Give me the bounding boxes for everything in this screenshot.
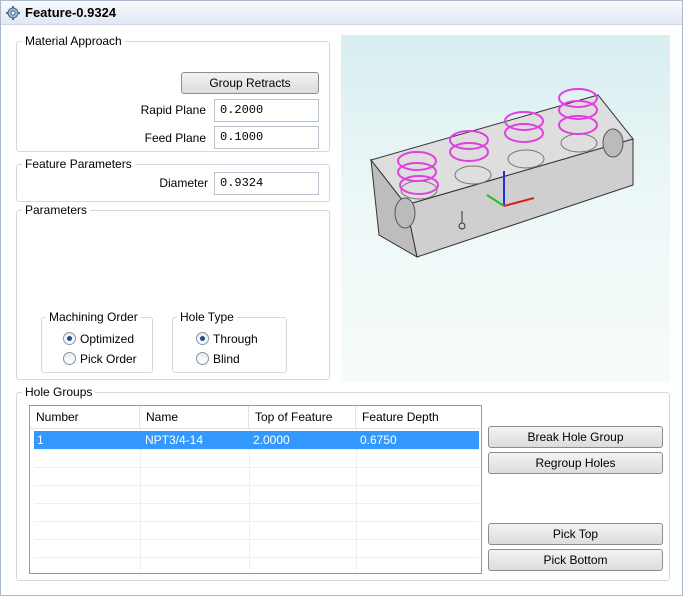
rapid-plane-input[interactable]: 0.2000 xyxy=(214,99,319,122)
radio-blind-label: Blind xyxy=(213,352,240,366)
window-title: Feature-0.9324 xyxy=(25,5,117,20)
cell-feature-depth: 0.6750 xyxy=(360,433,397,447)
radio-through-label: Through xyxy=(213,332,258,346)
radio-button-icon[interactable] xyxy=(63,352,76,365)
radio-optimized[interactable]: Optimized xyxy=(63,332,134,348)
hole-groups-label: Hole Groups xyxy=(22,385,96,399)
column-header-top-of-feature[interactable]: Top of Feature xyxy=(249,406,356,429)
machining-order-label: Machining Order xyxy=(46,310,141,324)
radio-pick-order[interactable]: Pick Order xyxy=(63,352,137,368)
cell-number: 1 xyxy=(37,433,44,447)
gear-icon xyxy=(6,6,20,20)
material-approach-label: Material Approach xyxy=(22,34,125,48)
radio-blind[interactable]: Blind xyxy=(196,352,240,368)
3d-viewport[interactable] xyxy=(341,35,670,382)
title-bar: Feature-0.9324 xyxy=(1,1,682,25)
group-retracts-button[interactable]: Group Retracts xyxy=(181,72,319,94)
regroup-holes-button[interactable]: Regroup Holes xyxy=(488,452,663,474)
feed-plane-input[interactable]: 0.1000 xyxy=(214,126,319,149)
feature-parameters-label: Feature Parameters xyxy=(22,157,135,171)
diameter-label: Diameter xyxy=(159,176,208,190)
radio-optimized-label: Optimized xyxy=(80,332,135,346)
column-header-feature-depth[interactable]: Feature Depth xyxy=(356,406,481,429)
radio-pick-order-label: Pick Order xyxy=(80,352,137,366)
table-row[interactable]: 1 NPT3/4-14 2.0000 0.6750 xyxy=(34,431,479,449)
part-model-image xyxy=(370,88,634,258)
column-header-number[interactable]: Number xyxy=(30,406,140,429)
pick-bottom-button[interactable]: Pick Bottom xyxy=(488,549,663,571)
table-header: Number Name Top of Feature Feature Depth xyxy=(30,406,481,429)
side-hole xyxy=(394,197,416,229)
side-hole xyxy=(602,128,624,158)
radio-through[interactable]: Through xyxy=(196,332,258,348)
cell-name: NPT3/4-14 xyxy=(145,433,204,447)
radio-button-icon[interactable] xyxy=(196,332,209,345)
radio-button-icon[interactable] xyxy=(196,352,209,365)
diameter-input[interactable]: 0.9324 xyxy=(214,172,319,195)
pick-top-button[interactable]: Pick Top xyxy=(488,523,663,545)
hole-groups-table[interactable]: Number Name Top of Feature Feature Depth… xyxy=(29,405,482,574)
feature-dialog: Feature-0.9324 Material Approach Group R… xyxy=(0,0,683,596)
parameters-label: Parameters xyxy=(22,203,91,217)
column-header-name[interactable]: Name xyxy=(140,406,249,429)
cell-top-of-feature: 2.0000 xyxy=(253,433,290,447)
break-hole-group-button[interactable]: Break Hole Group xyxy=(488,426,663,448)
hole-type-label: Hole Type xyxy=(177,310,237,324)
rapid-plane-label: Rapid Plane xyxy=(140,103,206,117)
feed-plane-label: Feed Plane xyxy=(144,131,206,145)
radio-button-icon[interactable] xyxy=(63,332,76,345)
